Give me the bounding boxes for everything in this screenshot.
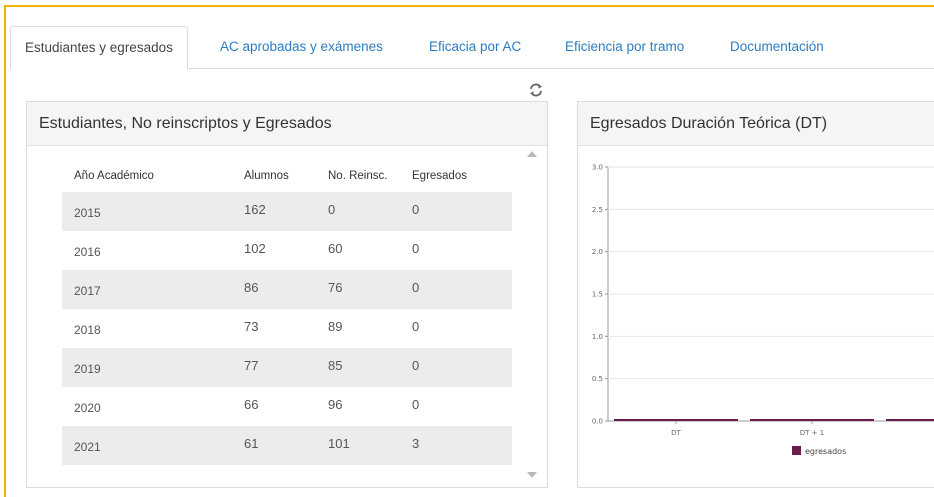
legend-label: egresados [805,447,846,456]
cell-egresados: 0 [412,397,420,412]
y-tick-label: 0.0 [592,418,603,426]
table-row: 2020 66 96 0 [62,387,512,426]
graduates-panel-title: Egresados Duración Teórica (DT) [578,102,934,146]
tab-documentacion[interactable]: Documentación [730,26,824,69]
tab-bar: Estudiantes y egresados AC aprobadas y e… [10,26,934,70]
cell-egresados: 0 [412,358,420,373]
cell-no-reinsc: 96 [328,397,343,412]
scroll-up-icon[interactable] [527,151,537,157]
cell-egresados: 3 [412,436,420,451]
tab-eficacia-ac[interactable]: Eficacia por AC [429,26,521,69]
legend-swatch [792,446,801,455]
table-row: 2015 162 0 0 [62,192,512,231]
cell-egresados: 0 [412,241,420,256]
table-row: 2021 61 101 3 [62,426,512,465]
cell-no-reinsc: 89 [328,319,343,334]
graduates-chart: 0.00.51.01.52.02.53.0DTDT + 1DT + 2egres… [592,164,934,456]
y-tick-label: 1.5 [592,291,603,299]
chart-bar [886,419,934,421]
y-tick-label: 1.0 [592,333,603,341]
graduates-panel: Egresados Duración Teórica (DT) 0.0 0.5 1.… [577,101,934,488]
cell-alumnos: 162 [244,202,266,217]
cell-alumnos: 102 [244,241,266,256]
refresh-icon[interactable] [528,82,544,98]
table-scrollbar[interactable] [523,146,541,488]
cell-no-reinsc: 101 [328,436,350,451]
cell-year: 2015 [74,206,101,220]
cell-no-reinsc: 85 [328,358,343,373]
table-row: 2019 77 85 0 [62,348,512,387]
table-row: 2016 102 60 0 [62,231,512,270]
students-panel: Estudiantes, No reinscriptos y Egresados… [26,101,548,488]
cell-no-reinsc: 0 [328,202,336,217]
cell-year: 2021 [74,440,101,454]
cell-alumnos: 61 [244,436,259,451]
y-tick-label: 2.0 [592,248,603,256]
cell-egresados: 0 [412,202,420,217]
x-tick-label: DT + 1 [800,429,824,437]
students-panel-title: Estudiantes, No reinscriptos y Egresados [27,102,547,146]
x-tick-label: DT [671,429,681,437]
cell-year: 2019 [74,362,101,376]
cell-egresados: 0 [412,280,420,295]
cell-alumnos: 86 [244,280,259,295]
tab-estudiantes-egresados[interactable]: Estudiantes y egresados [10,26,188,70]
table-row: 2017 86 76 0 [62,270,512,309]
table-header: Año Académico Alumnos No. Reinsc. Egresa… [62,164,512,192]
column-header-anio: Año Académico [74,170,154,182]
tab-eficiencia-tramo[interactable]: Eficiencia por tramo [565,26,684,69]
cell-year: 2017 [74,284,101,298]
column-header-no-reinsc: No. Reinsc. [328,170,388,182]
cell-year: 2016 [74,245,101,259]
cell-year: 2018 [74,323,101,337]
y-tick-label: 2.5 [592,206,603,214]
chart-bar [614,419,738,421]
cell-egresados: 0 [412,319,420,334]
cell-no-reinsc: 60 [328,241,343,256]
y-tick-label: 3.0 [592,164,603,172]
cell-no-reinsc: 76 [328,280,343,295]
cell-alumnos: 66 [244,397,259,412]
tab-ac-aprobadas[interactable]: AC aprobadas y exámenes [220,26,383,69]
y-tick-label: 0.5 [592,375,603,383]
cell-alumnos: 73 [244,319,259,334]
column-header-egresados: Egresados [412,170,467,182]
cell-alumnos: 77 [244,358,259,373]
students-table: Año Académico Alumnos No. Reinsc. Egresa… [62,164,512,465]
scroll-down-icon[interactable] [527,472,537,478]
cell-year: 2020 [74,401,101,415]
chart-bar [750,419,874,421]
column-header-alumnos: Alumnos [244,170,289,182]
table-row: 2018 73 89 0 [62,309,512,348]
